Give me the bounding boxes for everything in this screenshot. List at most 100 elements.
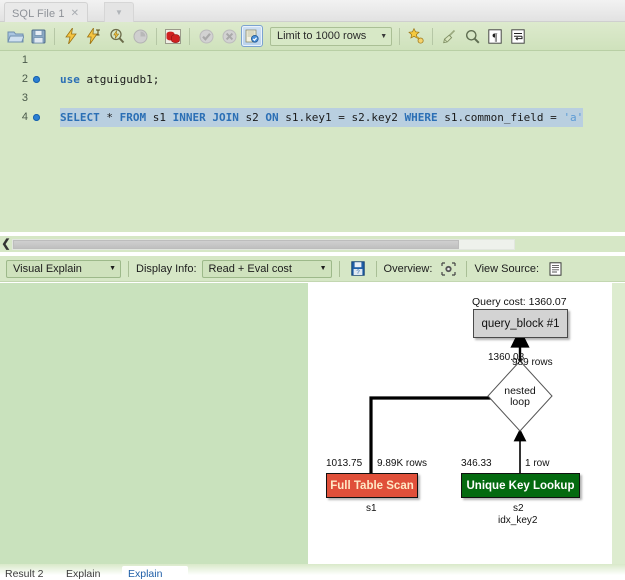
visual-explain-canvas[interactable]: Query cost: 1360.07 query_block #1 1360.… (308, 283, 612, 564)
code-token: s2 (239, 111, 266, 124)
stop-circle-icon (133, 29, 148, 44)
line-text: SELECT * FROM s1 INNER JOIN s2 ON s1.key… (60, 108, 583, 127)
toggle-invisible-chars-button[interactable]: ¶ (484, 25, 506, 47)
full-table-scan-cost-label: 1013.75 (326, 458, 362, 469)
nested-loop-rows-label: 989 rows (512, 357, 553, 368)
execute-statement-button[interactable] (60, 25, 82, 47)
tab-sql-file-1-label: SQL File 1 (12, 8, 65, 20)
unique-key-lookup-node[interactable]: Unique Key Lookup (461, 473, 580, 498)
magnifier-lightning-icon (109, 28, 125, 44)
editor-line: 2 use atguigudb1; (0, 70, 625, 89)
explain-view-select[interactable]: Visual Explain ▼ (6, 260, 121, 278)
line-text: use atguigudb1; (60, 70, 159, 89)
caret-down-icon: ▼ (109, 265, 116, 272)
save-diagram-button[interactable]: ? (347, 258, 369, 280)
line-number: 3 (0, 89, 28, 108)
save-script-button[interactable] (27, 25, 49, 47)
editor-horizontal-scrollbar[interactable]: ❮ (0, 236, 625, 252)
close-icon[interactable]: ✕ (71, 9, 79, 19)
result-tabstrip: Result 2 Explain Explain (0, 564, 625, 580)
broom-icon (441, 29, 457, 44)
wrap-lines-button[interactable] (507, 25, 529, 47)
line-number: 4 (0, 108, 28, 127)
execute-current-statement-button[interactable] (83, 25, 105, 47)
scrollbar-track[interactable] (12, 239, 515, 250)
chevron-down-icon[interactable]: ▼ (104, 2, 134, 22)
query-cost-label: Query cost: 1360.07 (472, 296, 567, 308)
tab-explain[interactable]: Explain (66, 568, 100, 580)
query-block-node-label: query_block #1 (482, 318, 560, 330)
display-info-select[interactable]: Read + Eval cost ▼ (202, 260, 332, 278)
full-table-scan-rows-label: 9.89K rows (377, 458, 427, 469)
overview-button[interactable] (437, 258, 459, 280)
line-number: 1 (0, 51, 28, 70)
limit-rows-select[interactable]: Limit to 1000 rows ▼ (270, 27, 392, 46)
lightning-icon (64, 28, 79, 44)
breakpoint-icon[interactable] (33, 76, 40, 83)
overview-label: Overview: (384, 263, 433, 275)
editor-line: 1 (0, 51, 625, 70)
line-number: 2 (0, 70, 28, 89)
display-info-value: Read + Eval cost (209, 263, 292, 275)
toolbar-separator (189, 28, 190, 45)
tab-sql-file-1[interactable]: SQL File 1 ✕ (4, 2, 88, 22)
code-token: JOIN (212, 111, 239, 124)
open-sql-script-button[interactable] (4, 25, 26, 47)
unique-key-lookup-table-label: s2 (513, 503, 524, 514)
check-circle-icon (199, 29, 214, 44)
save-diagram-icon: ? (351, 261, 365, 276)
explain-right-strip (612, 283, 625, 564)
editor-line: 4 SELECT * FROM s1 INNER JOIN s2 ON s1.ke… (0, 108, 625, 127)
beautify-query-button[interactable] (405, 25, 427, 47)
code-token: s1.common_field = (438, 111, 564, 124)
star-wand-icon (408, 28, 424, 44)
toggle-autocommit-button[interactable] (241, 25, 263, 47)
explain-toolbar: Visual Explain ▼ Display Info: Read + Ev… (0, 256, 625, 282)
display-info-label: Display Info: (136, 263, 197, 275)
full-table-scan-node[interactable]: Full Table Scan (326, 473, 418, 498)
chevron-left-icon[interactable]: ❮ (0, 239, 12, 250)
sql-editor-toolbar: Limit to 1000 rows ▼ (0, 22, 625, 51)
view-source-label: View Source: (474, 263, 539, 275)
explain-statement-button[interactable] (106, 25, 128, 47)
code-token: ON (265, 111, 278, 124)
find-button[interactable] (461, 25, 483, 47)
stop-statement-button[interactable] (129, 25, 151, 47)
svg-text:¶: ¶ (493, 31, 498, 43)
commit-button[interactable] (195, 25, 217, 47)
code-token: s1 (146, 111, 173, 124)
editor-line: 3 (0, 89, 625, 108)
code-token: * (100, 111, 120, 124)
breakpoint-icon[interactable] (33, 114, 40, 121)
explain-separator (466, 261, 467, 277)
toggle-stop-on-error-button[interactable] (162, 25, 184, 47)
explain-body: Query cost: 1360.07 query_block #1 1360.… (0, 283, 625, 564)
paragraph-icon: ¶ (488, 29, 502, 44)
explain-separator (339, 261, 340, 277)
explain-separator (128, 261, 129, 277)
toolbar-separator (54, 28, 55, 45)
scrollbar-thumb[interactable] (13, 240, 459, 249)
magnifier-icon (465, 29, 480, 44)
tab-explain-visual[interactable]: Explain (128, 568, 162, 580)
code-token: SELECT (60, 111, 100, 124)
mysql-workbench-sql-editor: SQL File 1 ✕ ▼ (0, 0, 625, 580)
full-table-scan-node-label: Full Table Scan (330, 480, 414, 492)
query-block-node[interactable]: query_block #1 (473, 309, 568, 338)
tab-result-2[interactable]: Result 2 (5, 568, 44, 580)
unique-key-lookup-cost-label: 346.33 (461, 458, 492, 469)
lightning-cursor-icon (86, 28, 102, 44)
sql-code-editor[interactable]: 12 use atguigudb1; 34 SELECT * FROM s1 INNE… (0, 51, 625, 232)
nested-loop-node[interactable]: nested loop (498, 386, 542, 408)
code-token: s1.key1 = s2.key2 (279, 111, 405, 124)
explain-separator (376, 261, 377, 277)
code-token: WHERE (404, 111, 437, 124)
toggle-autocomplete-button[interactable] (438, 25, 460, 47)
floppy-disk-icon (31, 29, 46, 44)
editor-lines: 12 use atguigudb1; 34 SELECT * FROM s1 INNE… (0, 51, 625, 127)
cancel-circle-icon (222, 29, 237, 44)
caret-down-icon: ▼ (320, 265, 327, 272)
document-icon (549, 262, 562, 276)
view-source-button[interactable] (544, 258, 566, 280)
rollback-button[interactable] (218, 25, 240, 47)
